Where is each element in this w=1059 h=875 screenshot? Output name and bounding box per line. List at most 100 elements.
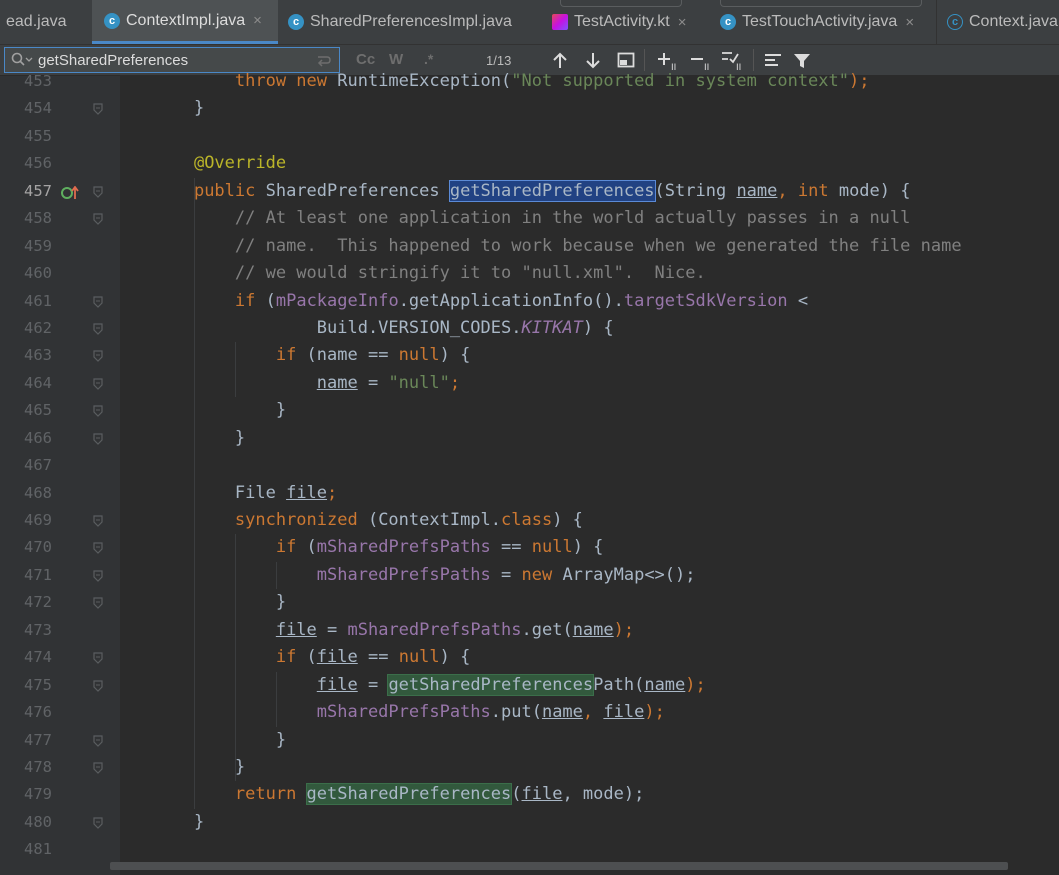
code-line[interactable]: Build.VERSION_CODES.KITKAT) { bbox=[153, 315, 614, 342]
code-line[interactable]: if (mSharedPrefsPaths == null) { bbox=[153, 534, 604, 561]
code-token: } bbox=[153, 98, 205, 119]
line-number: 459 bbox=[24, 236, 52, 255]
code-line[interactable]: if (file == null) { bbox=[153, 644, 471, 671]
fold-icon[interactable] bbox=[93, 652, 103, 665]
code-token: file bbox=[316, 674, 358, 695]
indent-guide bbox=[193, 177, 195, 809]
code-line[interactable]: // At least one application in the world… bbox=[153, 205, 911, 232]
code-token: new bbox=[521, 564, 563, 585]
code-line[interactable]: if (mPackageInfo.getApplicationInfo().ta… bbox=[153, 288, 808, 315]
implements-marker-icon[interactable] bbox=[61, 185, 81, 204]
code-token: "Not supported in system context" bbox=[511, 71, 850, 91]
code-line[interactable]: if (name == null) { bbox=[153, 342, 471, 369]
code-line[interactable]: mSharedPrefsPaths.put(name, file); bbox=[153, 699, 665, 726]
fold-icon[interactable] bbox=[93, 515, 103, 527]
search-query: getSharedPreferences bbox=[38, 52, 189, 69]
code-token: } bbox=[153, 592, 287, 613]
code-token: = bbox=[357, 674, 389, 695]
fold-icon[interactable] bbox=[93, 378, 103, 390]
code-token: name bbox=[736, 180, 778, 201]
tab-thread-java[interactable]: ead.java bbox=[0, 0, 92, 44]
line-number: 481 bbox=[24, 840, 52, 859]
code-line[interactable]: synchronized (ContextImpl.class) { bbox=[153, 507, 583, 534]
code-token: mode) { bbox=[838, 180, 911, 201]
code-token: (ContextImpl. bbox=[367, 510, 502, 531]
line-number: 462 bbox=[24, 318, 52, 337]
code-token: } bbox=[153, 427, 246, 448]
code-token: ; bbox=[327, 482, 338, 503]
fold-icon[interactable] bbox=[93, 350, 103, 363]
code-line[interactable]: name = "null"; bbox=[153, 370, 460, 397]
code-line[interactable]: } bbox=[153, 425, 245, 452]
match-case-button[interactable]: Cc bbox=[356, 51, 375, 68]
fold-icon[interactable] bbox=[93, 103, 103, 116]
code-token: == bbox=[357, 647, 399, 668]
abstract-class-icon: c bbox=[947, 14, 963, 30]
close-icon[interactable]: × bbox=[253, 12, 262, 29]
regex-button[interactable]: .* bbox=[424, 51, 433, 67]
fold-icon[interactable] bbox=[93, 433, 103, 445]
close-icon[interactable]: × bbox=[905, 14, 914, 31]
code-line[interactable]: return getSharedPreferences(file, mode); bbox=[153, 781, 644, 808]
code-token: } bbox=[153, 757, 246, 777]
fold-icon[interactable] bbox=[93, 295, 103, 308]
code-token: .put( bbox=[490, 702, 542, 723]
code-token: mSharedPrefsPaths bbox=[347, 619, 522, 640]
code-token: .getApplicationInfo(). bbox=[398, 290, 624, 311]
horizontal-scrollbar[interactable] bbox=[110, 862, 1008, 870]
tab-testtouchactivity-java[interactable]: c TestTouchActivity.java × bbox=[708, 0, 936, 44]
tab-sharedpreferencesimpl-java[interactable]: c SharedPreferencesImpl.java bbox=[278, 0, 538, 44]
tab-label: Context.java bbox=[969, 13, 1058, 30]
fold-icon[interactable] bbox=[93, 323, 103, 335]
code-editor[interactable]: throw new RuntimeException("Not supporte… bbox=[120, 71, 1059, 875]
code-line[interactable]: file = mSharedPrefsPaths.get(name); bbox=[153, 617, 634, 644]
code-line[interactable]: } bbox=[153, 754, 245, 781]
fold-icon[interactable] bbox=[93, 405, 103, 418]
line-number: 471 bbox=[24, 565, 52, 584]
code-token: ); bbox=[613, 619, 635, 640]
code-line[interactable]: } bbox=[153, 589, 286, 616]
words-button[interactable]: W bbox=[389, 51, 403, 68]
code-line[interactable]: // name. This happened to work because w… bbox=[153, 233, 962, 260]
code-token: = bbox=[316, 619, 348, 640]
code-line[interactable]: } bbox=[153, 95, 204, 122]
java-class-icon: c bbox=[104, 12, 120, 29]
code-line[interactable]: File file; bbox=[153, 480, 337, 507]
line-number: 460 bbox=[24, 264, 52, 283]
fold-icon[interactable] bbox=[93, 680, 103, 692]
code-line[interactable]: throw new RuntimeException("Not supporte… bbox=[153, 68, 870, 95]
fold-icon[interactable] bbox=[93, 570, 103, 582]
code-token: null bbox=[398, 345, 440, 366]
line-number: 474 bbox=[24, 648, 52, 667]
code-token: if bbox=[275, 537, 307, 558]
fold-icon[interactable] bbox=[93, 213, 103, 226]
code-line[interactable]: // we would stringify it to "null.xml". … bbox=[153, 260, 706, 287]
close-icon[interactable]: × bbox=[678, 14, 687, 31]
line-number: 454 bbox=[24, 99, 52, 118]
tab-context-java[interactable]: c Context.java bbox=[936, 0, 1059, 44]
fold-icon[interactable] bbox=[93, 762, 103, 774]
fold-icon[interactable] bbox=[93, 817, 103, 829]
code-token: public bbox=[193, 180, 266, 201]
code-token: file bbox=[286, 482, 328, 503]
fold-icon[interactable] bbox=[93, 542, 103, 555]
line-number: 463 bbox=[24, 346, 52, 365]
fold-icon[interactable] bbox=[93, 734, 103, 747]
code-line[interactable]: } bbox=[153, 809, 204, 836]
code-line[interactable]: file = getSharedPreferencesPath(name); bbox=[153, 672, 706, 699]
code-line[interactable]: public SharedPreferences getSharedPrefer… bbox=[153, 178, 910, 205]
tab-testactivity-kt[interactable]: TestActivity.kt × bbox=[538, 0, 708, 44]
code-token: } bbox=[153, 400, 287, 421]
code-line[interactable]: @Override bbox=[153, 150, 286, 177]
fold-icon[interactable] bbox=[93, 186, 103, 198]
tab-contextimpl-java[interactable]: c ContextImpl.java × bbox=[92, 0, 278, 44]
fold-icon[interactable] bbox=[93, 597, 103, 610]
code-token: file bbox=[603, 702, 645, 723]
code-token: synchronized bbox=[234, 510, 368, 531]
code-token: ArrayMap<>(); bbox=[562, 564, 696, 585]
code-line[interactable]: } bbox=[153, 397, 286, 424]
line-number: 469 bbox=[24, 511, 52, 530]
code-line[interactable]: } bbox=[153, 727, 286, 754]
